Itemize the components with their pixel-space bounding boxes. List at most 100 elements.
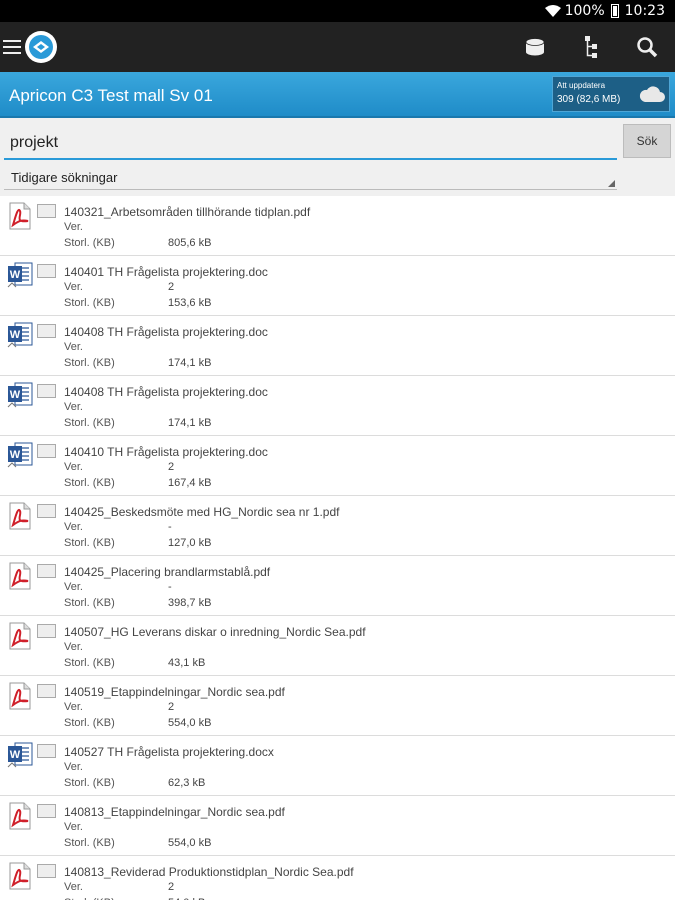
file-row[interactable]: W 140401 TH Frågelista projektering.doc Ve… <box>0 256 675 316</box>
size-value: 127,0 kB <box>168 537 212 549</box>
size-label: Storl. (KB) <box>64 837 115 849</box>
wifi-icon <box>544 5 561 17</box>
file-row[interactable]: 140519_Etappindelningar_Nordic sea.pdf Ve… <box>0 676 675 736</box>
file-name: 140527 TH Frågelista projektering.docx <box>64 745 274 759</box>
file-row[interactable]: W 140408 TH Frågelista projektering.doc Ve… <box>0 316 675 376</box>
pdf-file-icon <box>6 501 34 531</box>
action-bar <box>0 22 675 72</box>
size-label: Storl. (KB) <box>64 717 115 729</box>
size-label: Storl. (KB) <box>64 777 115 789</box>
version-label: Ver. <box>64 881 83 893</box>
version-label: Ver. <box>64 521 83 533</box>
version-value: 2 <box>168 701 175 713</box>
battery-percent: 100% <box>564 3 605 19</box>
file-row[interactable]: 140321_Arbetsområden tillhörande tidplan… <box>0 196 675 256</box>
size-label: Storl. (KB) <box>64 537 115 549</box>
version-value: 2 <box>168 881 175 893</box>
preview-thumbnail-icon[interactable] <box>37 564 56 578</box>
size-label: Storl. (KB) <box>64 657 115 669</box>
preview-thumbnail-icon[interactable] <box>37 444 56 458</box>
version-value: 2 <box>168 281 175 293</box>
size-label: Storl. (KB) <box>64 357 115 369</box>
word-file-icon: W <box>6 441 34 471</box>
file-name: 140321_Arbetsområden tillhörande tidplan… <box>64 205 311 219</box>
size-value: 174,1 kB <box>168 357 212 369</box>
search-input[interactable] <box>4 128 617 160</box>
battery-icon <box>610 4 619 18</box>
search-icon[interactable] <box>619 22 675 72</box>
cloud-icon <box>639 86 665 102</box>
pdf-file-icon <box>6 621 34 651</box>
preview-thumbnail-icon[interactable] <box>37 504 56 518</box>
file-row[interactable]: W 140527 TH Frågelista projektering.docx V… <box>0 736 675 796</box>
sync-status-button[interactable]: Att uppdatera 309 (82,6 MB) <box>552 76 670 112</box>
size-value: 554,0 kB <box>168 717 212 729</box>
version-label: Ver. <box>64 341 83 353</box>
search-button[interactable]: Sök <box>623 124 671 158</box>
version-value: - <box>168 521 172 533</box>
pdf-file-icon <box>6 681 34 711</box>
file-row[interactable]: 140425_Placering brandlarmstablå.pdf Ver.… <box>0 556 675 616</box>
word-file-icon: W <box>6 381 34 411</box>
previous-searches-label: Tidigare sökningar <box>11 170 118 185</box>
pdf-file-icon <box>6 201 34 231</box>
file-row[interactable]: 140425_Beskedsmöte med HG_Nordic sea nr … <box>0 496 675 556</box>
size-value: 43,1 kB <box>168 657 206 669</box>
menu-icon[interactable] <box>3 40 21 54</box>
svg-text:W: W <box>10 749 21 761</box>
file-name: 140425_Beskedsmöte med HG_Nordic sea nr … <box>64 505 340 519</box>
file-list: 140321_Arbetsområden tillhörande tidplan… <box>0 196 675 900</box>
search-area: Sök Tidigare sökningar <box>0 118 675 196</box>
pdf-file-icon <box>6 861 34 891</box>
status-bar: 100% 10:23 <box>0 0 675 22</box>
version-label: Ver. <box>64 281 83 293</box>
clock: 10:23 <box>624 3 665 19</box>
version-label: Ver. <box>64 461 83 473</box>
word-file-icon: W <box>6 321 34 351</box>
pdf-file-icon <box>6 801 34 831</box>
svg-text:W: W <box>10 449 21 461</box>
previous-searches-dropdown[interactable]: Tidigare sökningar <box>4 166 617 190</box>
size-label: Storl. (KB) <box>64 297 115 309</box>
preview-thumbnail-icon[interactable] <box>37 864 56 878</box>
preview-thumbnail-icon[interactable] <box>37 744 56 758</box>
version-label: Ver. <box>64 761 83 773</box>
file-name: 140813_Etappindelningar_Nordic sea.pdf <box>64 805 285 819</box>
preview-thumbnail-icon[interactable] <box>37 384 56 398</box>
size-value: 167,4 kB <box>168 477 212 489</box>
file-row[interactable]: W 140410 TH Frågelista projektering.doc Ve… <box>0 436 675 496</box>
page-title: Apricon C3 Test mall Sv 01 <box>9 86 213 105</box>
svg-text:W: W <box>10 329 21 341</box>
pdf-file-icon <box>6 561 34 591</box>
file-name: 140401 TH Frågelista projektering.doc <box>64 265 268 279</box>
database-icon[interactable] <box>507 22 563 72</box>
file-row[interactable]: W 140408 TH Frågelista projektering.doc Ve… <box>0 376 675 436</box>
size-value: 805,6 kB <box>168 237 212 249</box>
preview-thumbnail-icon[interactable] <box>37 324 56 338</box>
preview-thumbnail-icon[interactable] <box>37 624 56 638</box>
title-bar: Apricon C3 Test mall Sv 01 Att uppdatera… <box>0 72 675 118</box>
word-file-icon: W <box>6 741 34 771</box>
version-label: Ver. <box>64 701 83 713</box>
size-value: 174,1 kB <box>168 417 212 429</box>
version-label: Ver. <box>64 221 83 233</box>
version-label: Ver. <box>64 821 83 833</box>
file-row[interactable]: 140813_Etappindelningar_Nordic sea.pdf Ve… <box>0 796 675 856</box>
version-value: 2 <box>168 461 175 473</box>
file-row[interactable]: 140507_HG Leverans diskar o inredning_No… <box>0 616 675 676</box>
preview-thumbnail-icon[interactable] <box>37 204 56 218</box>
preview-thumbnail-icon[interactable] <box>37 264 56 278</box>
file-name: 140519_Etappindelningar_Nordic sea.pdf <box>64 685 285 699</box>
file-name: 140425_Placering brandlarmstablå.pdf <box>64 565 271 579</box>
file-row[interactable]: 140813_Reviderad Produktionstidplan_Nord… <box>0 856 675 900</box>
size-value: 398,7 kB <box>168 597 212 609</box>
app-logo[interactable] <box>25 31 57 63</box>
version-label: Ver. <box>64 401 83 413</box>
svg-text:W: W <box>10 269 21 281</box>
file-name: 140507_HG Leverans diskar o inredning_No… <box>64 625 366 639</box>
size-label: Storl. (KB) <box>64 477 115 489</box>
hierarchy-icon[interactable] <box>563 22 619 72</box>
preview-thumbnail-icon[interactable] <box>37 684 56 698</box>
preview-thumbnail-icon[interactable] <box>37 804 56 818</box>
size-value: 554,0 kB <box>168 837 212 849</box>
